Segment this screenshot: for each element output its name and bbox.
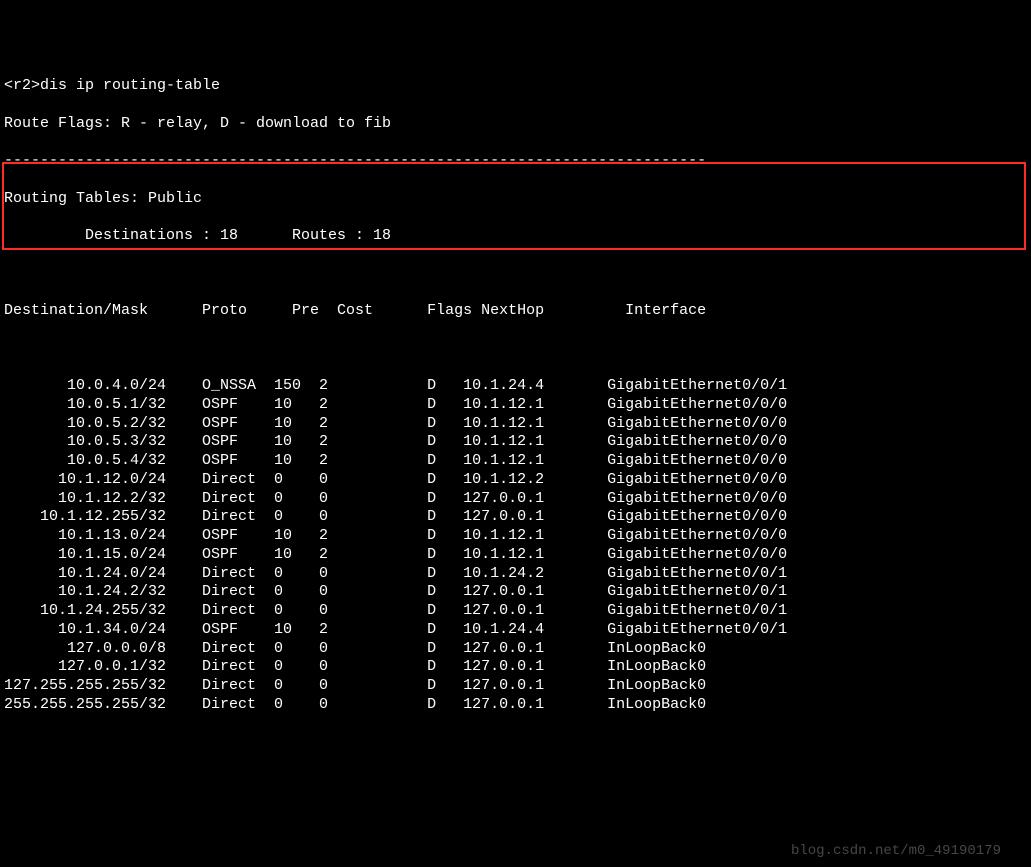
routing-row: 10.1.15.0/24 OSPF 10 2 D 10.1.12.1 Gigab… <box>4 546 1027 565</box>
routing-row: 10.0.4.0/24 O_NSSA 150 2 D 10.1.24.4 Gig… <box>4 377 1027 396</box>
routing-row: 10.0.5.3/32 OSPF 10 2 D 10.1.12.1 Gigabi… <box>4 433 1027 452</box>
routing-row: 10.1.34.0/24 OSPF 10 2 D 10.1.24.4 Gigab… <box>4 621 1027 640</box>
watermark-text: blog.csdn.net/m0_49190179 <box>791 843 1001 861</box>
header-line: Destination/Mask Proto Pre Cost Flags Ne… <box>4 302 1027 321</box>
blank-line <box>4 265 1027 284</box>
blank-line <box>4 340 1027 359</box>
routing-row: 10.1.24.255/32 Direct 0 0 D 127.0.0.1 Gi… <box>4 602 1027 621</box>
routing-tables-line: Routing Tables: Public <box>4 190 1027 209</box>
routing-row: 10.1.24.2/32 Direct 0 0 D 127.0.0.1 Giga… <box>4 583 1027 602</box>
separator-line: ----------------------------------------… <box>4 152 1027 171</box>
routing-row: 127.0.0.1/32 Direct 0 0 D 127.0.0.1 InLo… <box>4 658 1027 677</box>
summary-line: Destinations : 18 Routes : 18 <box>4 227 1027 246</box>
routing-row: 10.1.13.0/24 OSPF 10 2 D 10.1.12.1 Gigab… <box>4 527 1027 546</box>
routing-row: 127.255.255.255/32 Direct 0 0 D 127.0.0.… <box>4 677 1027 696</box>
routing-row: 10.1.24.0/24 Direct 0 0 D 10.1.24.2 Giga… <box>4 565 1027 584</box>
routing-row: 10.0.5.2/32 OSPF 10 2 D 10.1.12.1 Gigabi… <box>4 415 1027 434</box>
routing-row: 127.0.0.0/8 Direct 0 0 D 127.0.0.1 InLoo… <box>4 640 1027 659</box>
command-line: <r2>dis ip routing-table <box>4 77 1027 96</box>
routing-row: 10.1.12.0/24 Direct 0 0 D 10.1.12.2 Giga… <box>4 471 1027 490</box>
routing-row: 10.1.12.255/32 Direct 0 0 D 127.0.0.1 Gi… <box>4 508 1027 527</box>
routing-row: 255.255.255.255/32 Direct 0 0 D 127.0.0.… <box>4 696 1027 715</box>
route-flags-line: Route Flags: R - relay, D - download to … <box>4 115 1027 134</box>
routing-row: 10.0.5.4/32 OSPF 10 2 D 10.1.12.1 Gigabi… <box>4 452 1027 471</box>
routing-row: 10.0.5.1/32 OSPF 10 2 D 10.1.12.1 Gigabi… <box>4 396 1027 415</box>
routing-row: 10.1.12.2/32 Direct 0 0 D 127.0.0.1 Giga… <box>4 490 1027 509</box>
